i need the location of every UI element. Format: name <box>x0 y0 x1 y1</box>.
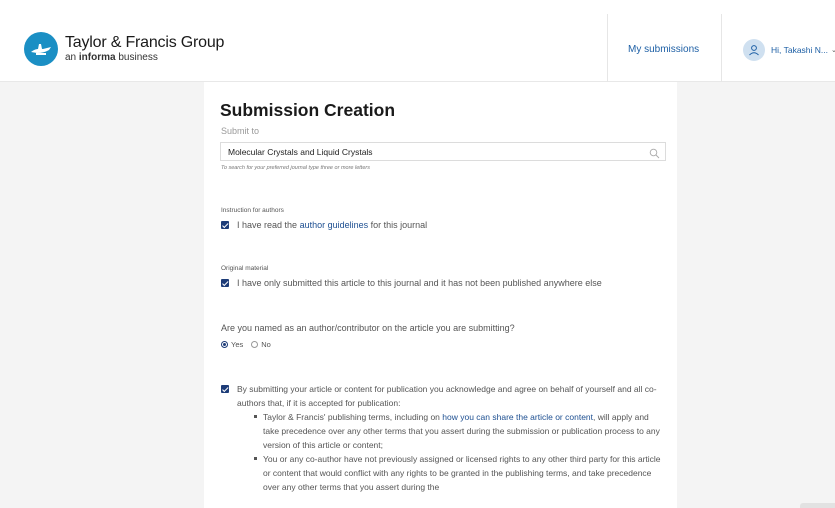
header-divider <box>607 14 608 82</box>
chevron-down-icon: ⌄ <box>831 47 835 54</box>
original-material-label: Original material <box>221 265 269 272</box>
brand-logo[interactable]: Taylor & Francis Group an informa busine… <box>24 32 224 66</box>
consent-checkbox[interactable] <box>221 385 229 393</box>
guidelines-text: I have read the author guidelines for th… <box>237 220 428 230</box>
original-material-checkbox-row[interactable]: I have only submitted this article to th… <box>221 278 602 288</box>
author-radio-no[interactable]: No <box>251 340 271 349</box>
consent-bullets: Taylor & Francis' publishing terms, incl… <box>254 410 667 494</box>
brand-name: Taylor & Francis Group <box>65 34 225 51</box>
instructions-label: Instruction for authors <box>221 207 284 214</box>
scrollbar-thumb[interactable] <box>800 503 835 508</box>
author-guidelines-link[interactable]: author guidelines <box>300 220 369 230</box>
submission-form-panel: Submission Creation Submit to Molecular … <box>204 82 677 508</box>
consent-bullet: You or any co-author have not previously… <box>254 452 667 494</box>
user-greeting: Hi, Takashi N... <box>771 45 829 55</box>
taylor-francis-lamp-logo-icon <box>24 32 58 66</box>
guidelines-checkbox-row[interactable]: I have read the author guidelines for th… <box>221 220 427 230</box>
guidelines-checkbox[interactable] <box>221 221 229 229</box>
journal-search-value: Molecular Crystals and Liquid Crystals <box>228 147 373 157</box>
consent-text: By submitting your article or content fo… <box>237 384 657 408</box>
submit-to-label: Submit to <box>221 126 260 136</box>
share-content-link[interactable]: how you can share the article or content <box>442 412 593 422</box>
user-menu[interactable]: Hi, Takashi N... ⌄ <box>743 39 835 61</box>
original-material-checkbox[interactable] <box>221 279 229 287</box>
radio-empty-icon[interactable] <box>251 341 259 348</box>
radio-selected-icon[interactable] <box>221 341 228 348</box>
author-radio-yes[interactable]: Yes <box>221 340 243 349</box>
page-title: Submission Creation <box>220 100 396 120</box>
search-icon[interactable] <box>649 146 660 164</box>
top-header: Taylor & Francis Group an informa busine… <box>0 0 835 82</box>
original-material-text: I have only submitted this article to th… <box>237 278 602 288</box>
brand-subtitle: an informa business <box>65 52 158 63</box>
journal-search-input[interactable]: Molecular Crystals and Liquid Crystals <box>220 142 666 161</box>
user-icon <box>743 39 765 61</box>
my-submissions-link[interactable]: My submissions <box>628 44 699 55</box>
author-radio-group: Yes No <box>221 340 279 349</box>
header-divider <box>721 14 722 82</box>
publishing-consent: By submitting your article or content fo… <box>221 382 667 494</box>
journal-search-hint: To search for your preferred journal typ… <box>221 165 370 171</box>
author-question: Are you named as an author/contributor o… <box>221 323 515 333</box>
consent-bullet: Taylor & Francis' publishing terms, incl… <box>254 410 667 452</box>
